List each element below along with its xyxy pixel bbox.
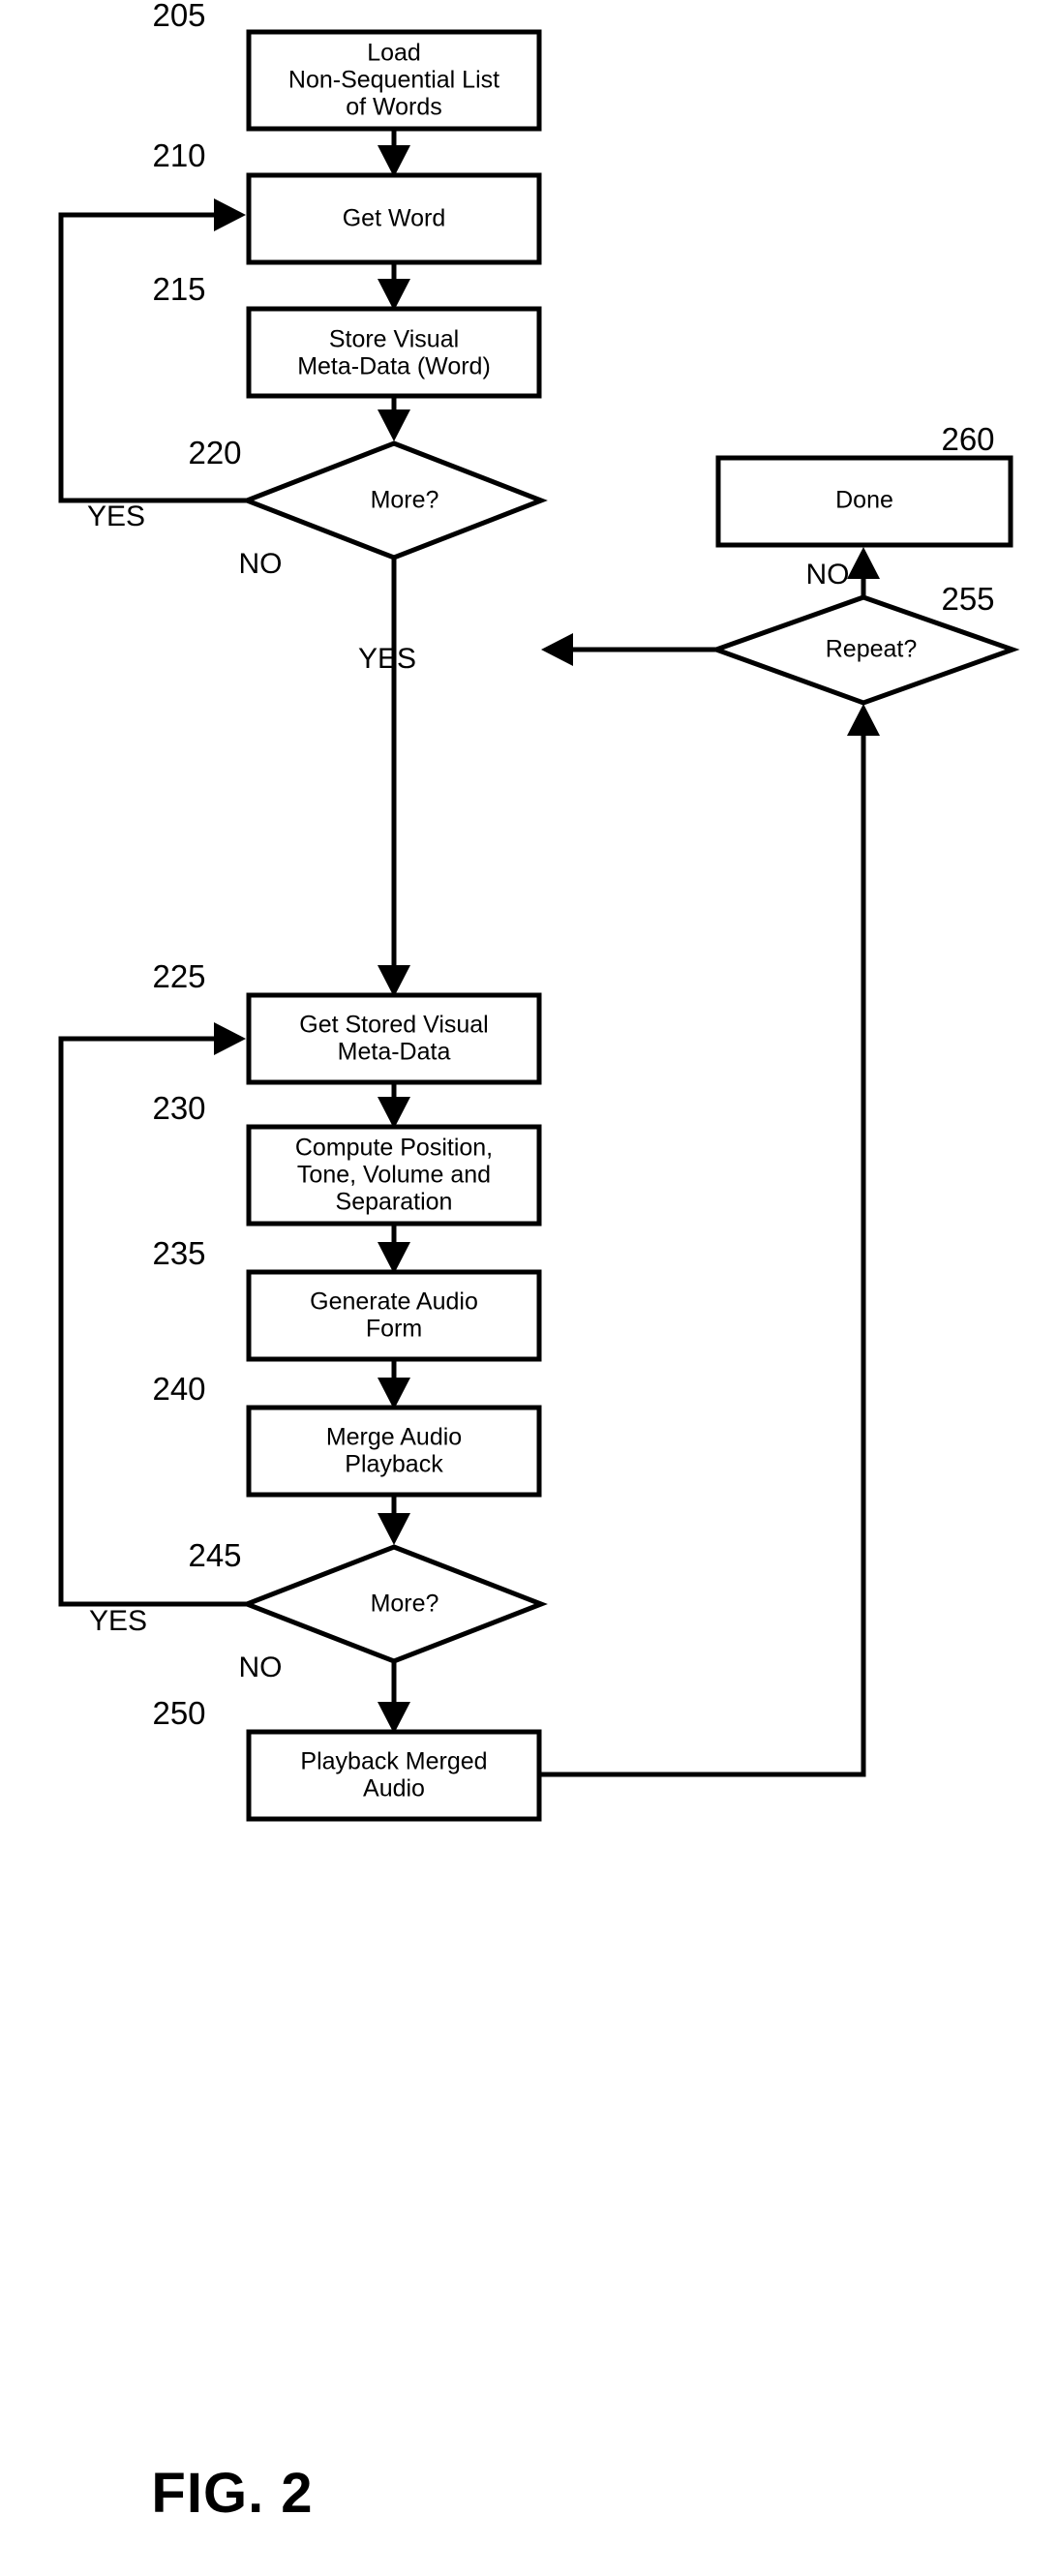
node-225-line2: Meta-Data	[338, 1039, 451, 1066]
edge-210-to-215-arrowhead	[378, 279, 410, 311]
node-220-line1: More?	[371, 487, 439, 514]
ref-label-215: 215	[152, 271, 205, 307]
edge-label-yes-220: YES	[87, 500, 145, 532]
edge-label-no-255: NO	[806, 559, 850, 591]
ref-label-235: 235	[152, 1235, 205, 1271]
edge-label-yes-245: YES	[89, 1605, 147, 1637]
edge-250-to-255-arrowhead	[847, 704, 880, 736]
figure-caption: FIG. 2	[151, 2462, 313, 2525]
edge-205-to-210-arrowhead	[378, 145, 410, 177]
node-240-line1: Merge Audio	[326, 1424, 462, 1451]
node-210-line1: Get Word	[343, 205, 446, 232]
ref-label-260: 260	[941, 421, 994, 457]
edge-label-yes-255: YES	[358, 643, 416, 675]
node-230-line1: Compute Position,	[295, 1135, 493, 1162]
edge-255-yes-arrowhead	[541, 633, 573, 666]
ref-label-230: 230	[152, 1090, 205, 1126]
node-240-line2: Playback	[345, 1451, 443, 1478]
ref-label-225: 225	[152, 958, 205, 994]
node-230-line2: Tone, Volume and	[297, 1162, 491, 1189]
edge-label-no-220: NO	[239, 548, 283, 580]
edge-230-to-235-arrowhead	[378, 1242, 410, 1274]
node-260-line1: Done	[835, 487, 893, 514]
node-255-line1: Repeat?	[826, 636, 918, 663]
flowchart-svg: 205 Load Non-Sequential List of Words 21…	[58, 0, 1020, 2525]
edge-250-to-255-path	[539, 729, 866, 1777]
edge-255-no-arrowhead	[847, 547, 880, 579]
ref-label-240: 240	[152, 1371, 205, 1407]
ref-label-220: 220	[188, 435, 241, 470]
edge-245-no-arrowhead	[378, 1702, 410, 1734]
node-205-line2: Non-Sequential List	[288, 67, 499, 94]
ref-label-255: 255	[941, 581, 994, 617]
node-250-line1: Playback Merged	[300, 1748, 487, 1775]
node-205-line3: of Words	[346, 94, 442, 121]
ref-label-250: 250	[152, 1695, 205, 1731]
figure-page: 205 Load Non-Sequential List of Words 21…	[0, 0, 1058, 2576]
edge-225-to-230-arrowhead	[378, 1097, 410, 1129]
edge-215-to-220-arrowhead	[378, 409, 410, 441]
node-225-line1: Get Stored Visual	[299, 1012, 488, 1039]
node-245-line1: More?	[371, 1591, 439, 1618]
node-250-line2: Audio	[363, 1775, 425, 1803]
node-230-line3: Separation	[336, 1189, 453, 1216]
node-235-line1: Generate Audio	[310, 1288, 478, 1316]
node-215-line1: Store Visual	[329, 326, 459, 353]
edge-245-yes-arrowhead	[214, 1022, 246, 1055]
node-205-line1: Load	[367, 40, 421, 67]
edge-label-no-245: NO	[239, 1652, 283, 1683]
edge-220-yes-arrowhead	[214, 198, 246, 231]
node-235-line2: Form	[366, 1316, 422, 1343]
edge-220-no-arrowhead	[378, 965, 410, 997]
ref-label-205: 205	[152, 0, 205, 33]
edge-235-to-240-arrowhead	[378, 1378, 410, 1409]
ref-label-210: 210	[152, 137, 205, 173]
ref-label-245: 245	[188, 1537, 241, 1573]
node-215-line2: Meta-Data (Word)	[297, 353, 491, 380]
edge-240-to-245-arrowhead	[378, 1513, 410, 1545]
